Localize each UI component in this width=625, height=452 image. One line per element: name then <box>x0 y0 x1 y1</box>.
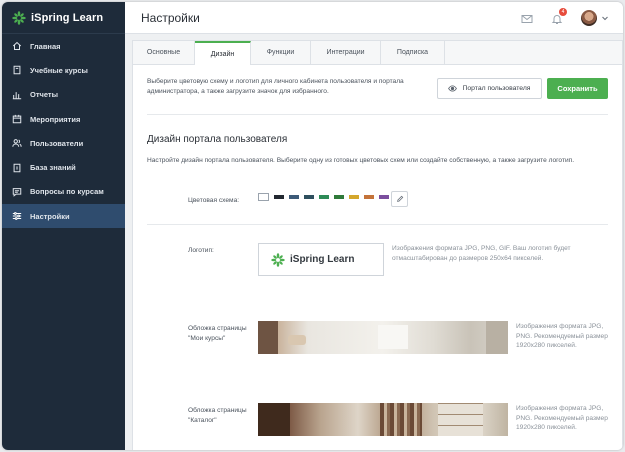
user-portal-button[interactable]: Портал пользователя <box>437 78 542 99</box>
color-swatches <box>258 193 394 201</box>
eye-icon <box>448 85 458 92</box>
swatch-white[interactable] <box>258 193 269 201</box>
logo-hint: Изображения формата JPG, PNG, GIF. Ваш л… <box>392 245 571 262</box>
intro-text: Выберите цветовую схему и логотип для ли… <box>147 78 404 95</box>
book-icon <box>13 66 21 75</box>
page-title: Настройки <box>141 10 200 25</box>
sliders-icon <box>12 212 22 221</box>
divider <box>147 224 608 225</box>
sidebar-item-users[interactable]: Пользователи <box>2 131 125 155</box>
logo-upload[interactable]: iSpring Learn <box>258 243 384 276</box>
cover-catalog-hint: Изображения формата JPG, PNG. Рекомендуе… <box>516 405 608 431</box>
cover-photo-detail <box>380 403 422 436</box>
settings-panel: Основные Дизайн Функции Интеграции Подпи… <box>132 40 623 450</box>
sidebar-item-reports[interactable]: Отчеты <box>2 83 125 107</box>
tab-integrations[interactable]: Интеграции <box>311 41 381 64</box>
pencil-icon <box>396 195 403 202</box>
brand-name: iSpring Learn <box>31 11 104 24</box>
sidebar-item-label: Настройки <box>30 211 70 221</box>
mail-icon <box>521 14 533 23</box>
sidebar: iSpring Learn Главная Учебные курсы Отче… <box>2 2 125 450</box>
calendar-icon <box>12 114 22 124</box>
user-portal-label: Портал пользователя <box>462 85 531 92</box>
swatch-orange[interactable] <box>364 195 374 199</box>
chevron-down-icon[interactable] <box>601 14 609 22</box>
chart-icon <box>12 91 22 99</box>
sidebar-item-label: Главная <box>30 41 61 51</box>
brand[interactable]: iSpring Learn <box>2 2 125 34</box>
tab-subscription[interactable]: Подписка <box>381 41 445 64</box>
cover-photo-detail <box>258 403 290 436</box>
top-bar: Настройки 4 <box>125 2 623 34</box>
cover-photo-detail <box>258 321 278 354</box>
edit-color-button[interactable] <box>391 191 408 207</box>
swatch-purple[interactable] <box>379 195 389 199</box>
cover-my-courses-image[interactable] <box>258 321 508 354</box>
sidebar-item-label: Отчеты <box>30 90 59 100</box>
home-icon <box>12 41 22 51</box>
knowledge-icon <box>13 163 21 172</box>
tab-general[interactable]: Основные <box>133 41 195 64</box>
sidebar-item-home[interactable]: Главная <box>2 34 125 58</box>
tab-design[interactable]: Дизайн <box>195 41 251 65</box>
cover-photo-detail <box>438 403 483 436</box>
sidebar-item-events[interactable]: Мероприятия <box>2 107 125 131</box>
cover-my-courses-hint: Изображения формата JPG, PNG. Рекомендуе… <box>516 323 608 349</box>
ispring-logo-icon <box>12 10 26 25</box>
notification-badge: 4 <box>559 7 567 16</box>
cover-my-courses-label: Обложка страницы "Мои курсы" <box>188 325 247 342</box>
sidebar-item-label: Мероприятия <box>30 114 81 124</box>
swatch-teal-dark[interactable] <box>304 195 314 199</box>
sidebar-item-label: База знаний <box>30 163 76 173</box>
sidebar-item-label: Вопросы по курсам <box>30 187 104 197</box>
notifications-button[interactable]: 4 <box>551 7 567 24</box>
cover-catalog-label: Обложка страницы "Каталог" <box>188 407 247 424</box>
swatch-steel-blue[interactable] <box>289 195 299 199</box>
save-button[interactable]: Сохранить <box>547 78 608 99</box>
avatar[interactable] <box>581 9 597 26</box>
sidebar-item-questions[interactable]: Вопросы по курсам <box>2 180 125 204</box>
sidebar-item-label: Учебные курсы <box>30 65 88 75</box>
color-scheme-label: Цветовая схема: <box>188 197 240 204</box>
divider <box>147 114 608 115</box>
section-title: Дизайн портала пользователя <box>147 134 288 145</box>
swatch-forest-green[interactable] <box>334 195 344 199</box>
cover-photo-detail <box>288 335 306 345</box>
logo-text: iSpring Learn <box>290 254 355 265</box>
chat-icon <box>12 188 22 197</box>
sidebar-item-knowledge[interactable]: База знаний <box>2 155 125 179</box>
swatch-green[interactable] <box>319 195 329 199</box>
sidebar-item-courses[interactable]: Учебные курсы <box>2 58 125 82</box>
sidebar-item-settings[interactable]: Настройки <box>2 204 125 229</box>
sidebar-nav: Главная Учебные курсы Отчеты Мероприятия… <box>2 34 125 229</box>
app-window: iSpring Learn Главная Учебные курсы Отче… <box>2 2 623 450</box>
cover-photo-detail <box>378 325 408 349</box>
messages-button[interactable] <box>521 12 533 24</box>
tab-bar: Основные Дизайн Функции Интеграции Подпи… <box>133 41 622 65</box>
sidebar-item-label: Пользователи <box>30 138 84 148</box>
swatch-dark[interactable] <box>274 195 284 199</box>
logo-label: Логотип: <box>188 247 214 254</box>
ispring-logo-icon <box>271 252 285 267</box>
cover-photo-detail <box>486 321 508 354</box>
swatch-yellow[interactable] <box>349 195 359 199</box>
cover-catalog-image[interactable] <box>258 403 508 436</box>
users-icon <box>12 139 22 148</box>
section-description: Настройте дизайн портала пользователя. В… <box>147 157 575 164</box>
tab-features[interactable]: Функции <box>251 41 311 64</box>
